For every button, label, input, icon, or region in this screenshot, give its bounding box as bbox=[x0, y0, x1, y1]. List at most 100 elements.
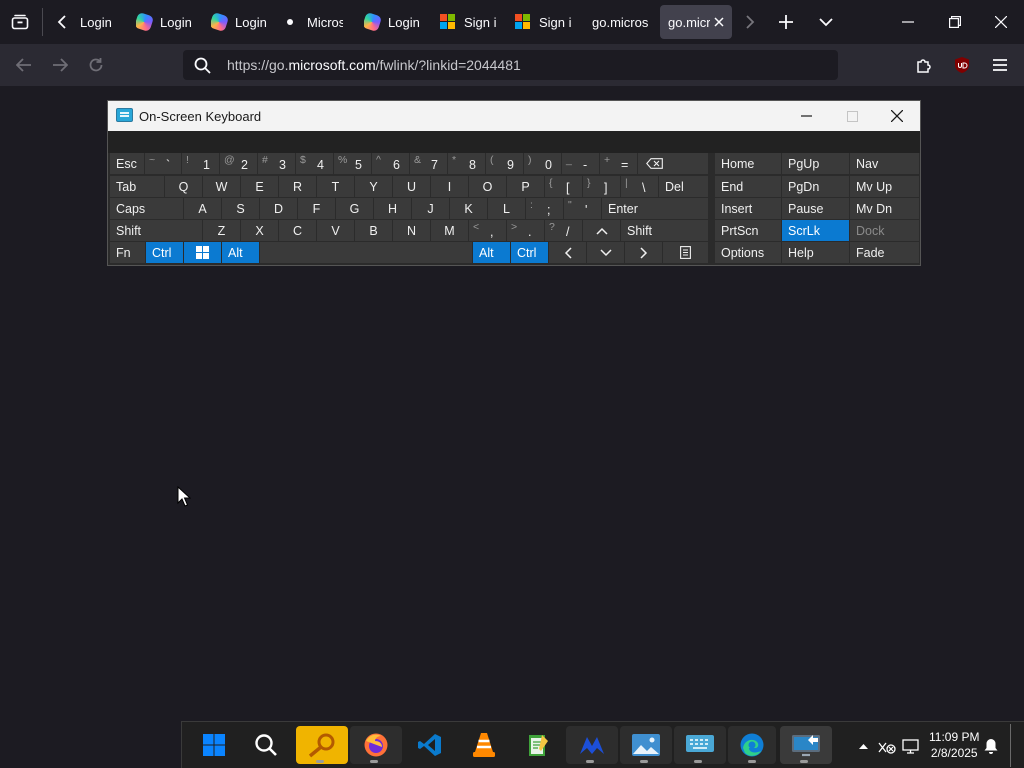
key-x[interactable]: X bbox=[241, 220, 278, 241]
extensions-icon[interactable] bbox=[908, 44, 940, 86]
key-alt-right[interactable]: Alt bbox=[473, 242, 510, 263]
key-nav[interactable]: Nav bbox=[850, 153, 919, 174]
key-y[interactable]: Y bbox=[355, 176, 392, 197]
key-menu[interactable] bbox=[663, 242, 708, 263]
key-scrlk[interactable]: ScrLk bbox=[782, 220, 849, 241]
tab-microsoft-loading[interactable]: Micros bbox=[283, 5, 343, 39]
key-8[interactable]: * 8 bbox=[448, 153, 485, 174]
key-arrow-up[interactable] bbox=[583, 220, 620, 241]
key-ctrl-left[interactable]: Ctrl bbox=[146, 242, 183, 263]
key-arrow-right[interactable] bbox=[625, 242, 662, 263]
key-tab[interactable]: Tab bbox=[110, 176, 164, 197]
key-arrow-left[interactable] bbox=[549, 242, 586, 263]
network-disconnected-icon[interactable] bbox=[876, 722, 898, 768]
key-comma[interactable]: <, bbox=[469, 220, 506, 241]
display-icon[interactable] bbox=[900, 722, 922, 768]
close-tab-icon[interactable] bbox=[714, 17, 724, 27]
key-home[interactable]: Home bbox=[715, 153, 781, 174]
key-k[interactable]: K bbox=[450, 198, 487, 219]
tab-sign-in-2[interactable]: Sign in bbox=[515, 5, 573, 39]
key-options[interactable]: Options bbox=[715, 242, 781, 263]
key-2[interactable]: @2 bbox=[220, 153, 257, 174]
key-slash[interactable]: ? / bbox=[545, 220, 582, 241]
key-semicolon[interactable]: :; bbox=[526, 198, 563, 219]
osk-minimize-icon[interactable] bbox=[783, 101, 829, 131]
tab-go-microsoft[interactable]: go.microsoft bbox=[592, 5, 648, 39]
key-open-bracket[interactable]: {[ bbox=[545, 176, 582, 197]
app-photos[interactable] bbox=[620, 726, 672, 764]
key-t[interactable]: T bbox=[317, 176, 354, 197]
key-space[interactable] bbox=[260, 242, 472, 263]
key-u[interactable]: U bbox=[393, 176, 430, 197]
key-fade[interactable]: Fade bbox=[850, 242, 919, 263]
key-insert[interactable]: Insert bbox=[715, 198, 781, 219]
notifications-icon[interactable] bbox=[980, 722, 1002, 768]
tab-go-microsoft-active[interactable]: go.micro bbox=[660, 5, 732, 39]
key-pgup[interactable]: PgUp bbox=[782, 153, 849, 174]
osk-title-bar[interactable]: On-Screen Keyboard bbox=[108, 101, 920, 131]
back-icon[interactable] bbox=[8, 44, 40, 86]
list-all-tabs-icon[interactable] bbox=[812, 0, 840, 44]
tab-login-2[interactable]: Login bbox=[136, 5, 196, 39]
app-notepad[interactable] bbox=[514, 726, 562, 764]
key-caps[interactable]: Caps bbox=[110, 198, 183, 219]
key-f[interactable]: F bbox=[298, 198, 335, 219]
key-esc[interactable]: Esc bbox=[110, 153, 144, 174]
key-z[interactable]: Z bbox=[203, 220, 240, 241]
key-windows[interactable] bbox=[184, 242, 221, 263]
start-button[interactable] bbox=[190, 726, 238, 764]
scroll-tabs-left-icon[interactable] bbox=[48, 0, 76, 44]
key-g[interactable]: G bbox=[336, 198, 373, 219]
key-l[interactable]: L bbox=[488, 198, 525, 219]
app-copilot[interactable] bbox=[566, 726, 618, 764]
key-6[interactable]: ^ 6 bbox=[372, 153, 409, 174]
key-period[interactable]: >. bbox=[507, 220, 544, 241]
key-v[interactable]: V bbox=[317, 220, 354, 241]
key-enter[interactable]: Enter bbox=[602, 198, 708, 219]
app-vscode[interactable] bbox=[406, 726, 454, 764]
minimize-window-icon[interactable] bbox=[888, 0, 928, 44]
key-w[interactable]: W bbox=[203, 176, 240, 197]
key-move-down[interactable]: Mv Dn bbox=[850, 198, 919, 219]
new-tab-icon[interactable] bbox=[772, 0, 800, 44]
key-quote[interactable]: " ' bbox=[564, 198, 601, 219]
key-pgdn[interactable]: PgDn bbox=[782, 176, 849, 197]
key-5[interactable]: % 5 bbox=[334, 153, 371, 174]
tab-overview-icon[interactable] bbox=[0, 0, 40, 44]
key-b[interactable]: B bbox=[355, 220, 392, 241]
key-p[interactable]: P bbox=[507, 176, 544, 197]
key-o[interactable]: O bbox=[469, 176, 506, 197]
key-backtick[interactable]: ~ ` bbox=[145, 153, 181, 174]
search-button[interactable] bbox=[242, 726, 290, 764]
key-7[interactable]: & 7 bbox=[410, 153, 447, 174]
key-backslash[interactable]: | \ bbox=[621, 176, 658, 197]
app-edge[interactable] bbox=[728, 726, 776, 764]
key-help[interactable]: Help bbox=[782, 242, 849, 263]
key-close-bracket[interactable]: }] bbox=[583, 176, 620, 197]
app-remote-desktop[interactable] bbox=[780, 726, 832, 764]
key-prtscn[interactable]: PrtScn bbox=[715, 220, 781, 241]
key-s[interactable]: S bbox=[222, 198, 259, 219]
key-del[interactable]: Del bbox=[659, 176, 708, 197]
key-9[interactable]: (9 bbox=[486, 153, 523, 174]
app-firefox[interactable] bbox=[350, 726, 402, 764]
key-1[interactable]: ! 1 bbox=[182, 153, 219, 174]
key-fn[interactable]: Fn bbox=[110, 242, 145, 263]
show-desktop-button[interactable] bbox=[1010, 724, 1016, 767]
key-4[interactable]: $4 bbox=[296, 153, 333, 174]
app-osk[interactable] bbox=[674, 726, 726, 764]
app-menu-icon[interactable] bbox=[984, 44, 1016, 86]
close-window-icon[interactable] bbox=[981, 0, 1021, 44]
key-arrow-down[interactable] bbox=[587, 242, 624, 263]
key-d[interactable]: D bbox=[260, 198, 297, 219]
key-h[interactable]: H bbox=[374, 198, 411, 219]
key-0[interactable]: ) 0 bbox=[524, 153, 561, 174]
key-end[interactable]: End bbox=[715, 176, 781, 197]
tab-login-3[interactable]: Login bbox=[211, 5, 271, 39]
restore-window-icon[interactable] bbox=[935, 0, 975, 44]
ublock-origin-icon[interactable] bbox=[946, 44, 978, 86]
key-alt-left[interactable]: Alt bbox=[222, 242, 259, 263]
forward-icon[interactable] bbox=[44, 44, 76, 86]
show-hidden-icons-icon[interactable] bbox=[854, 722, 872, 768]
key-backspace[interactable] bbox=[638, 153, 708, 174]
